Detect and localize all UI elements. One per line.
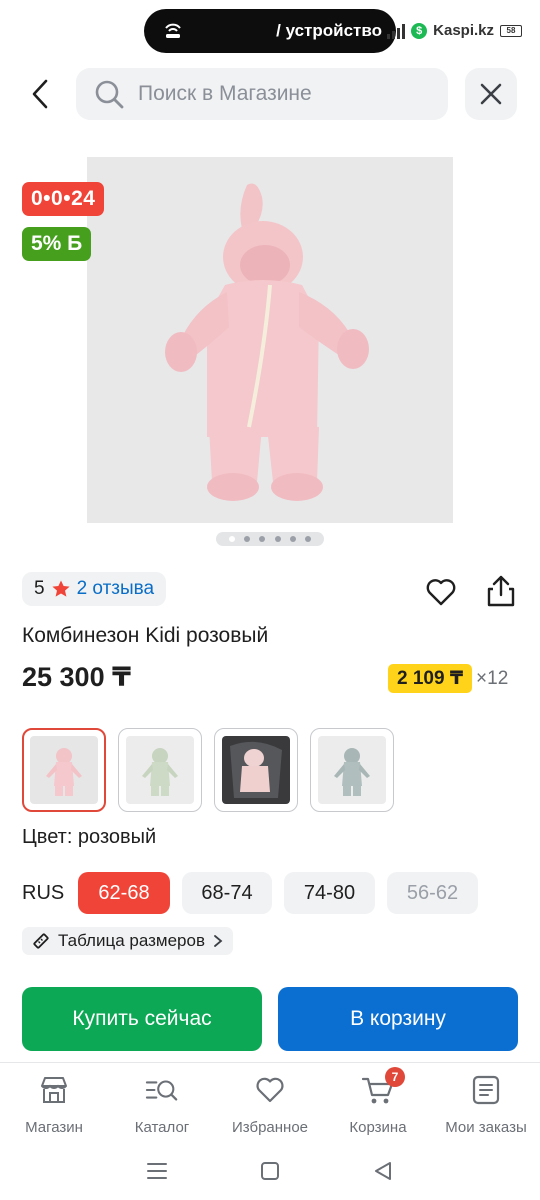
nav-item-cart[interactable]: 7 Корзина (324, 1063, 432, 1142)
close-button[interactable] (465, 68, 517, 120)
share-button[interactable] (483, 572, 519, 610)
gallery-dot[interactable] (259, 536, 266, 542)
discount-badge: 5% Б (22, 227, 92, 261)
size-selector: RUS 62-68 68-74 74-80 56-62 (22, 872, 490, 914)
recents-button[interactable] (137, 1151, 177, 1191)
catalog-search-icon (145, 1080, 178, 1101)
system-back-button[interactable] (363, 1151, 403, 1191)
size-option[interactable]: 62-68 (78, 872, 170, 914)
size-system-label: RUS (22, 881, 65, 904)
rating-score: 5 (34, 578, 45, 599)
size-table-link[interactable]: Таблица размеров (22, 927, 233, 955)
nav-item-catalog[interactable]: Каталог (108, 1063, 216, 1142)
color-label: Цвет: розовый (22, 826, 157, 848)
product-title: Комбинезон Kidi розовый (22, 624, 269, 647)
close-icon (480, 83, 502, 105)
installment-badge: 2 109 ₸ (388, 664, 473, 693)
color-option-pink-seat[interactable] (214, 728, 298, 812)
nav-label: Магазин (25, 1119, 83, 1136)
timer-badge: 0•0•24 (22, 182, 105, 216)
color-option-pink[interactable] (22, 728, 106, 812)
home-square-icon (260, 1162, 279, 1180)
search-header (0, 68, 540, 120)
nav-item-store[interactable]: Магазин (0, 1063, 108, 1142)
add-to-cart-button[interactable]: В корзину (278, 987, 518, 1051)
product-price: 25 300 ₸ (22, 662, 131, 692)
chevron-left-icon (32, 79, 48, 109)
color-option-grey-blue[interactable] (310, 728, 394, 812)
cart-count-badge: 7 (385, 1067, 405, 1087)
orders-icon (472, 1075, 500, 1105)
color-options (22, 728, 394, 812)
store-icon (41, 1077, 67, 1103)
status-bar: / устройство $ Kaspi.kz 58 (0, 0, 540, 62)
reviews-link[interactable]: 2 отзыва (77, 578, 155, 600)
gallery-dot[interactable] (304, 536, 311, 542)
bottom-navigation: Магазин Каталог Избранное 7 Корзина Мои … (0, 1062, 540, 1142)
size-table-label: Таблица размеров (58, 931, 205, 950)
thumb-carseat-image (222, 736, 290, 804)
chevron-right-icon (214, 935, 223, 947)
search-box[interactable] (76, 68, 448, 120)
star-icon (51, 580, 70, 597)
nav-item-orders[interactable]: Мои заказы (432, 1063, 540, 1142)
gallery-dot[interactable] (274, 536, 281, 542)
rating-pill[interactable]: 5 2 отзыва (22, 572, 167, 606)
heart-icon (256, 1077, 284, 1103)
nav-label: Избранное (231, 1119, 309, 1136)
back-button[interactable] (20, 74, 60, 114)
gallery-dot[interactable] (244, 536, 251, 542)
search-icon (95, 80, 124, 109)
size-option[interactable]: 68-74 (182, 872, 272, 914)
gallery-pagination[interactable] (216, 532, 324, 546)
gallery-dot[interactable] (289, 536, 296, 542)
site-label: Kaspi.kz (433, 22, 494, 39)
nav-label: Мои заказы (445, 1119, 527, 1136)
nav-item-favorites[interactable]: Избранное (216, 1063, 324, 1142)
gallery-dot[interactable] (229, 536, 236, 542)
signal-icon (387, 23, 406, 39)
search-input[interactable] (138, 82, 428, 106)
favorite-button[interactable] (423, 574, 459, 610)
buy-now-button[interactable]: Купить сейчас (22, 987, 262, 1051)
hotspot-icon (165, 23, 181, 38)
size-option-unavailable[interactable]: 56-62 (387, 872, 478, 914)
ruler-icon (33, 933, 49, 949)
dynamic-island[interactable]: / устройство (144, 9, 396, 53)
share-icon (487, 575, 515, 607)
color-option-green[interactable] (118, 728, 202, 812)
system-navigation (0, 1142, 540, 1200)
thumb-greyblue-image (318, 736, 386, 804)
battery-level: 58 (506, 26, 516, 35)
thumb-green-image (126, 736, 194, 804)
installment-times: ×12 (476, 667, 509, 689)
product-image[interactable] (87, 157, 453, 523)
snowsuit-image (87, 157, 453, 523)
battery-icon: 58 (500, 24, 522, 37)
installment-info[interactable]: 2 109 ₸ ×12 (388, 664, 508, 693)
status-indicators: $ Kaspi.kz 58 (387, 22, 522, 39)
dollar-icon: $ (411, 22, 428, 39)
thumb-pink-image (30, 736, 98, 804)
nav-label: Корзина (349, 1119, 407, 1136)
menu-icon (146, 1163, 167, 1179)
heart-icon (426, 579, 456, 606)
size-option[interactable]: 74-80 (284, 872, 375, 914)
pill-text: / устройство (276, 21, 382, 40)
triangle-back-icon (375, 1162, 392, 1180)
nav-label: Каталог (134, 1119, 190, 1136)
home-button[interactable] (250, 1151, 290, 1191)
